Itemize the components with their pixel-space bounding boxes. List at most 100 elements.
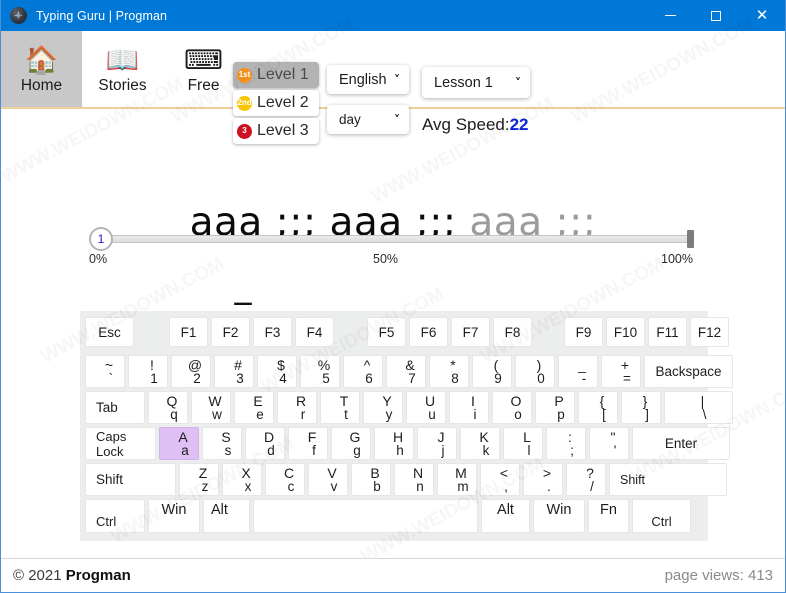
status-footer: © 2021 Progman page views: 413 (1, 558, 785, 592)
key-1[interactable]: ! 1 (128, 355, 168, 388)
key-quote[interactable]: " ' (589, 427, 629, 460)
key-f5[interactable]: F5 (367, 317, 406, 347)
key-i[interactable]: Ii (449, 391, 489, 424)
key-k[interactable]: Kk (460, 427, 500, 460)
key-bracket-right[interactable]: }] (621, 391, 661, 424)
key-enter[interactable]: Enter (632, 427, 730, 460)
key-d[interactable]: Dd (245, 427, 285, 460)
key-f11[interactable]: F11 (648, 317, 687, 347)
key-l[interactable]: Ll (503, 427, 543, 460)
language-select[interactable]: English ˅ (327, 65, 409, 94)
key-caps-lock[interactable]: Caps Lock (85, 427, 156, 460)
progress-knob[interactable]: 1 (89, 227, 113, 251)
key-n[interactable]: Nn (394, 463, 434, 496)
key-minus[interactable]: _ - (558, 355, 598, 388)
key-x[interactable]: Xx (222, 463, 262, 496)
copyright-text: © 2021 Progman (13, 567, 131, 584)
key-u[interactable]: Uu (406, 391, 446, 424)
key-space[interactable] (253, 499, 478, 533)
key-legend-lower: u (428, 407, 436, 422)
key-w[interactable]: Ww (191, 391, 231, 424)
key-backtick[interactable]: ~ ` (85, 355, 125, 388)
key-tab[interactable]: Tab (85, 391, 145, 424)
lesson-progress-slider: 1 0% 50% 100% (1, 109, 785, 266)
key-y[interactable]: Yy (363, 391, 403, 424)
key-f6[interactable]: F6 (409, 317, 448, 347)
key-f1[interactable]: F1 (169, 317, 208, 347)
key-f[interactable]: Ff (288, 427, 328, 460)
key-legend-lower: g (353, 443, 361, 458)
key-c[interactable]: Cc (265, 463, 305, 496)
key-o[interactable]: Oo (492, 391, 532, 424)
lesson-select[interactable]: Lesson 1 ˅ (422, 67, 530, 98)
open-book-icon: 📖 (105, 44, 140, 75)
key-ctrl-left[interactable]: Ctrl (85, 499, 145, 533)
key-win-right[interactable]: Win (533, 499, 585, 533)
key-f10[interactable]: F10 (606, 317, 645, 347)
key-t[interactable]: Tt (320, 391, 360, 424)
key-f8[interactable]: F8 (493, 317, 532, 347)
key-legend-lower: ` (108, 371, 114, 386)
nav-label-free: Free (187, 76, 220, 94)
key-7[interactable]: & 7 (386, 355, 426, 388)
key-f3[interactable]: F3 (253, 317, 292, 347)
key-a[interactable]: Aa (159, 427, 199, 460)
key-g[interactable]: Gg (331, 427, 371, 460)
key-backspace[interactable]: Backspace (644, 355, 733, 388)
maximize-button[interactable] (693, 0, 739, 31)
key-2[interactable]: @2 (171, 355, 211, 388)
key-q[interactable]: Qq (148, 391, 188, 424)
close-icon: ✕ (755, 6, 769, 24)
key-m[interactable]: Mm (437, 463, 477, 496)
key-f12[interactable]: F12 (690, 317, 729, 347)
key-p[interactable]: Pp (535, 391, 575, 424)
key-r[interactable]: Rr (277, 391, 317, 424)
key-f4[interactable]: F4 (295, 317, 334, 347)
key-alt-right[interactable]: Alt (481, 499, 530, 533)
key-comma[interactable]: <, (480, 463, 520, 496)
key-z[interactable]: Zz (179, 463, 219, 496)
key-shift-right[interactable]: Shift (609, 463, 727, 496)
key-b[interactable]: Bb (351, 463, 391, 496)
key-j[interactable]: Jj (417, 427, 457, 460)
key-legend-lower: v (330, 479, 338, 494)
key-slash[interactable]: ? / (566, 463, 606, 496)
key-legend-lower: l (527, 443, 531, 458)
key-win-left[interactable]: Win (148, 499, 200, 533)
key-9[interactable]: (9 (472, 355, 512, 388)
nav-button-free[interactable]: ⌨ Free (163, 31, 244, 107)
key-ctrl-right[interactable]: Ctrl (632, 499, 691, 533)
key-backslash[interactable]: | \ (664, 391, 733, 424)
key-semicolon[interactable]: :; (546, 427, 586, 460)
key-f9[interactable]: F9 (564, 317, 603, 347)
key-alt-left[interactable]: Alt (203, 499, 250, 533)
minimize-button[interactable] (647, 0, 693, 31)
key-legend-lower: h (396, 443, 404, 458)
key-h[interactable]: Hh (374, 427, 414, 460)
key-fn[interactable]: Fn (588, 499, 629, 533)
key-6[interactable]: ^ 6 (343, 355, 383, 388)
key-f2[interactable]: F2 (211, 317, 250, 347)
key-v[interactable]: Vv (308, 463, 348, 496)
key-3[interactable]: #3 (214, 355, 254, 388)
typing-input-cursor[interactable]: _ (1, 266, 785, 306)
nav-button-stories[interactable]: 📖 Stories (82, 31, 163, 107)
key-legend-lower: n (416, 479, 424, 494)
key-f7[interactable]: F7 (451, 317, 490, 347)
nav-button-home[interactable]: 🏠 Home (1, 31, 82, 107)
key-shift-left[interactable]: Shift (85, 463, 176, 496)
key-e[interactable]: Ee (234, 391, 274, 424)
window-controls: ✕ (647, 0, 785, 31)
key-s[interactable]: Ss (202, 427, 242, 460)
level-option-1[interactable]: 1st Level 1 (233, 62, 319, 88)
key-bracket-left[interactable]: {[ (578, 391, 618, 424)
key-5[interactable]: % 5 (300, 355, 340, 388)
key-8[interactable]: * 8 (429, 355, 469, 388)
key-4[interactable]: $4 (257, 355, 297, 388)
close-button[interactable]: ✕ (739, 0, 785, 31)
key-equals[interactable]: + = (601, 355, 641, 388)
progress-track[interactable] (109, 235, 691, 243)
key-esc[interactable]: Esc (85, 317, 134, 347)
key-0[interactable]: ) 0 (515, 355, 555, 388)
key-period[interactable]: >. (523, 463, 563, 496)
